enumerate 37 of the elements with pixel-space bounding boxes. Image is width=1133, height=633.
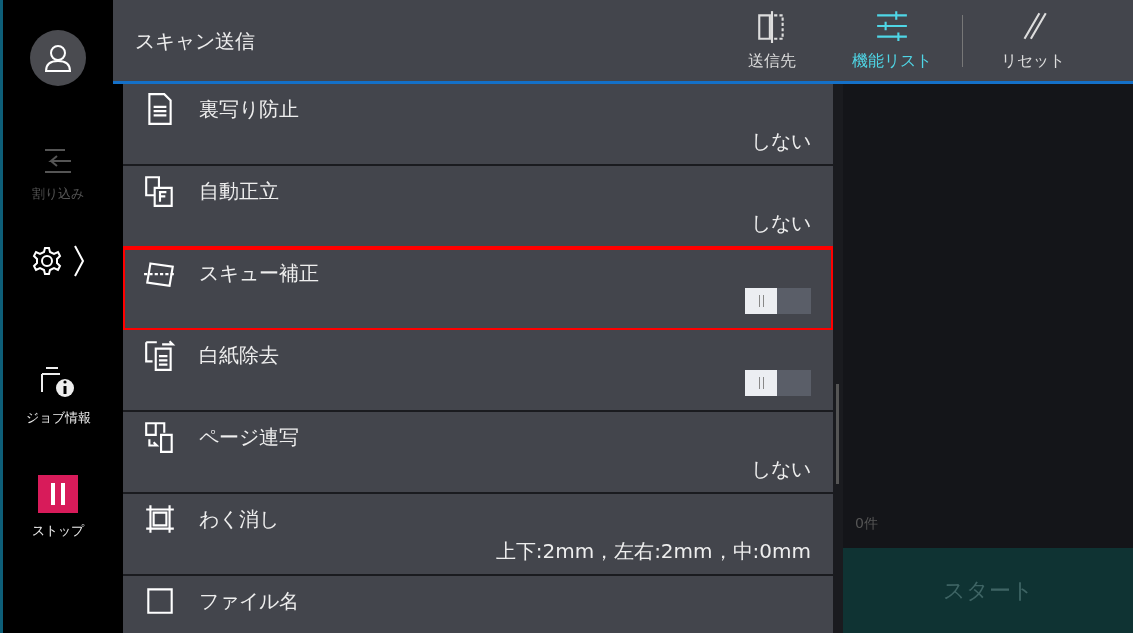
feature-row[interactable]: 白紙除去 (123, 330, 833, 412)
toggle-switch[interactable] (745, 288, 811, 314)
header-tab[interactable]: 送信先 (712, 8, 832, 73)
frame-icon (143, 502, 177, 536)
sliders-icon (875, 8, 909, 43)
feature-value: しない (751, 128, 811, 155)
job-count: 0件 (854, 514, 879, 533)
person-icon (43, 43, 73, 73)
feature-row[interactable]: 自動正立 しない (123, 166, 833, 248)
sidebar-button[interactable]: ジョブ情報 (25, 363, 91, 427)
feature-label: スキュー補正 (199, 260, 319, 287)
feature-label: 自動正立 (199, 178, 279, 205)
feature-label: ファイル名 (199, 588, 299, 615)
header-tab[interactable]: 機能リスト (832, 8, 952, 73)
toggle-switch[interactable] (745, 370, 811, 396)
sidebar-button[interactable]: ストップ (32, 475, 84, 541)
feature-label: わく消し (199, 506, 279, 533)
page-stack-icon (143, 338, 177, 372)
settings-button[interactable] (31, 243, 85, 278)
pause-icon (38, 475, 78, 513)
chevron-right-icon (73, 243, 85, 278)
feature-label: ページ連写 (199, 424, 299, 451)
user-button[interactable] (30, 30, 86, 86)
feature-row[interactable]: ページ連写 しない (123, 412, 833, 494)
feature-row[interactable]: わく消し 上下:2mm，左右:2mm，中:0mm (123, 494, 833, 576)
scrollbar-thumb[interactable] (836, 384, 839, 484)
screen-title: スキャン送信 (135, 27, 256, 55)
feature-value: しない (751, 210, 811, 237)
feature-row[interactable]: 裏写り防止 しない (123, 84, 833, 166)
feature-value: 上下:2mm，左右:2mm，中:0mm (495, 538, 811, 565)
feature-row[interactable]: ファイル名 (123, 576, 833, 633)
feature-value: しない (751, 456, 811, 483)
feature-row[interactable]: スキュー補正 (123, 248, 833, 330)
settings-icon (31, 244, 63, 277)
feature-label: 裏写り防止 (199, 96, 299, 123)
header-tab[interactable]: リセット (973, 8, 1093, 73)
feature-label: 白紙除去 (199, 342, 279, 369)
